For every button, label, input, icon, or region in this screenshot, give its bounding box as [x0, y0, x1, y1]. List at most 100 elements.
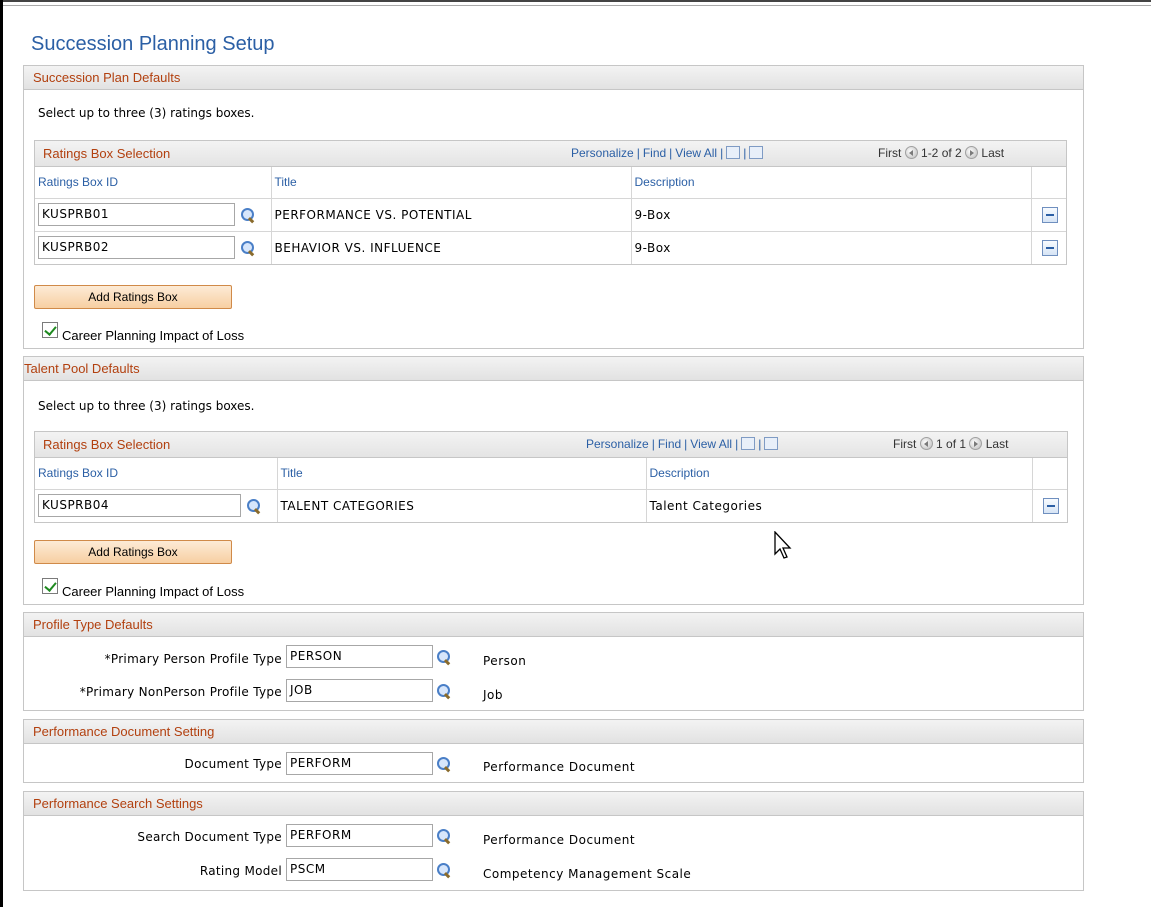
rating-model-desc: Competency Management Scale: [483, 867, 692, 881]
ratings-box-table: Ratings Box ID Title Description KUSPRB0…: [35, 458, 1067, 522]
grid-pager: First 1 of 1 Last: [893, 432, 1008, 457]
next-arrow-icon[interactable]: [965, 146, 979, 159]
new-window-icon[interactable]: [726, 146, 741, 159]
grid-nav: Personalize | Find | View All | |: [586, 432, 779, 457]
column-header-ratings-box-id[interactable]: Ratings Box ID: [35, 167, 272, 199]
column-header-ratings-box-id[interactable]: Ratings Box ID: [35, 458, 278, 490]
row-description: Talent Categories: [646, 489, 1033, 522]
ratings-box-grid: Ratings Box Selection Personalize | Find | V…: [34, 431, 1068, 523]
add-ratings-box-button[interactable]: Add Ratings Box: [34, 540, 232, 564]
column-header-description[interactable]: Description: [646, 458, 1033, 490]
career-planning-impact-label: Career Planning Impact of Loss: [62, 584, 245, 599]
lookup-icon[interactable]: [247, 498, 261, 513]
search-document-type-desc: Performance Document: [483, 833, 636, 847]
window-top-rule: [0, 5, 1151, 6]
section-header: Performance Document Setting: [24, 720, 1083, 744]
rating-model-input[interactable]: PSCM: [286, 858, 433, 881]
profile-type-defaults-section: Profile Type Defaults *Primary Person Pr…: [23, 612, 1084, 711]
pager-first-label: First: [893, 437, 917, 451]
ratings-box-id-input[interactable]: KUSPRB01: [38, 203, 235, 226]
ratings-box-id-input[interactable]: KUSPRB02: [38, 236, 235, 260]
career-planning-impact-checkbox[interactable]: [42, 322, 58, 338]
succession-plan-defaults-section: Succession Plan Defaults Select up to th…: [23, 65, 1084, 349]
window-top-border: [0, 0, 1151, 2]
window-left-border: [0, 0, 3, 907]
delete-row-icon[interactable]: [1041, 239, 1058, 256]
primary-nonperson-profile-type-label: *Primary NonPerson Profile Type: [79, 685, 282, 699]
career-planning-impact-checkbox[interactable]: [42, 578, 58, 594]
add-ratings-box-button[interactable]: Add Ratings Box: [34, 285, 232, 309]
rating-model-label: Rating Model: [199, 864, 282, 878]
performance-document-setting-section: Performance Document Setting Document Ty…: [23, 719, 1084, 783]
primary-person-profile-type-label: *Primary Person Profile Type: [104, 652, 282, 666]
ratings-box-note: Select up to three (3) ratings boxes.: [38, 399, 255, 413]
primary-nonperson-profile-type-input[interactable]: JOB: [286, 679, 433, 702]
search-document-type-label: Search Document Type: [137, 830, 282, 844]
search-document-type-input[interactable]: PERFORM: [286, 824, 433, 847]
primary-person-profile-type-desc: Person: [483, 654, 527, 668]
section-header: Succession Plan Defaults: [24, 66, 1083, 90]
table-row: KUSPRB04 TALENT CATEGORIES Talent Catego…: [35, 489, 1067, 522]
lookup-icon[interactable]: [241, 207, 255, 222]
column-header-actions: [1031, 167, 1066, 199]
pager-range: 1-2 of 2: [921, 146, 962, 160]
grid-title: Ratings Box Selection: [43, 146, 171, 161]
delete-row-icon[interactable]: [1042, 497, 1059, 514]
column-header-description[interactable]: Description: [631, 167, 1032, 199]
download-spreadsheet-icon[interactable]: [749, 146, 764, 159]
grid-pager: First 1-2 of 2 Last: [878, 141, 1004, 166]
column-header-title[interactable]: Title: [277, 458, 647, 490]
view-all-link[interactable]: View All: [690, 437, 732, 451]
document-type-desc: Performance Document: [483, 760, 636, 774]
view-all-link[interactable]: View All: [675, 146, 717, 160]
lookup-icon[interactable]: [437, 829, 451, 843]
row-title: TALENT CATEGORIES: [277, 489, 647, 522]
ratings-box-grid: Ratings Box Selection Personalize | Find | V…: [34, 140, 1067, 265]
career-planning-impact-label: Career Planning Impact of Loss: [62, 328, 245, 343]
delete-row-icon[interactable]: [1041, 206, 1058, 223]
personalize-link[interactable]: Personalize: [571, 146, 634, 160]
lookup-icon[interactable]: [437, 684, 451, 698]
table-row: KUSPRB02 BEHAVIOR VS. INFLUENCE 9-Box: [35, 231, 1066, 264]
pager-range: 1 of 1: [936, 437, 967, 451]
grid-title-bar: Ratings Box Selection Personalize | Find | V…: [35, 432, 1067, 458]
previous-arrow-icon[interactable]: [904, 146, 918, 159]
find-link[interactable]: Find: [658, 437, 681, 451]
page-title: Succession Planning Setup: [31, 33, 275, 55]
lookup-icon[interactable]: [241, 240, 255, 255]
personalize-link[interactable]: Personalize: [586, 437, 649, 451]
ratings-box-note: Select up to three (3) ratings boxes.: [38, 106, 255, 120]
row-description: 9-Box: [631, 231, 1032, 264]
new-window-icon[interactable]: [741, 437, 756, 450]
row-description: 9-Box: [631, 198, 1032, 232]
grid-nav: Personalize | Find | View All | |: [571, 141, 764, 166]
lookup-icon[interactable]: [437, 757, 451, 771]
column-header-title[interactable]: Title: [271, 167, 632, 199]
mouse-pointer-icon: [774, 531, 792, 559]
ratings-box-id-input[interactable]: KUSPRB04: [38, 494, 241, 518]
document-type-input[interactable]: PERFORM: [286, 752, 433, 775]
section-header: Performance Search Settings: [24, 792, 1083, 816]
pager-first-label: First: [878, 146, 902, 160]
row-title: BEHAVIOR VS. INFLUENCE: [271, 231, 632, 264]
find-link[interactable]: Find: [643, 146, 666, 160]
lookup-icon[interactable]: [437, 863, 451, 877]
grid-title-bar: Ratings Box Selection Personalize | Find | V…: [35, 141, 1066, 167]
primary-nonperson-profile-type-desc: Job: [483, 688, 503, 702]
lookup-icon[interactable]: [437, 650, 451, 664]
performance-search-settings-section: Performance Search Settings Search Docum…: [23, 791, 1084, 891]
table-row: KUSPRB01 PERFORMANCE VS. POTENTIAL 9-Box: [35, 198, 1066, 232]
talent-pool-defaults-section: Talent Pool Defaults Select up to three …: [23, 356, 1084, 605]
ratings-box-table: Ratings Box ID Title Description KUSPRB0…: [35, 167, 1066, 264]
pager-last-label: Last: [985, 437, 1009, 451]
section-header: Talent Pool Defaults: [24, 357, 1083, 381]
row-title: PERFORMANCE VS. POTENTIAL: [271, 198, 632, 232]
next-arrow-icon[interactable]: [969, 437, 983, 450]
column-header-actions: [1032, 458, 1067, 490]
primary-person-profile-type-input[interactable]: PERSON: [286, 645, 433, 668]
section-header: Profile Type Defaults: [24, 613, 1083, 637]
grid-title: Ratings Box Selection: [43, 437, 171, 452]
document-type-label: Document Type: [184, 757, 282, 771]
previous-arrow-icon[interactable]: [919, 437, 933, 450]
download-spreadsheet-icon[interactable]: [764, 437, 779, 450]
